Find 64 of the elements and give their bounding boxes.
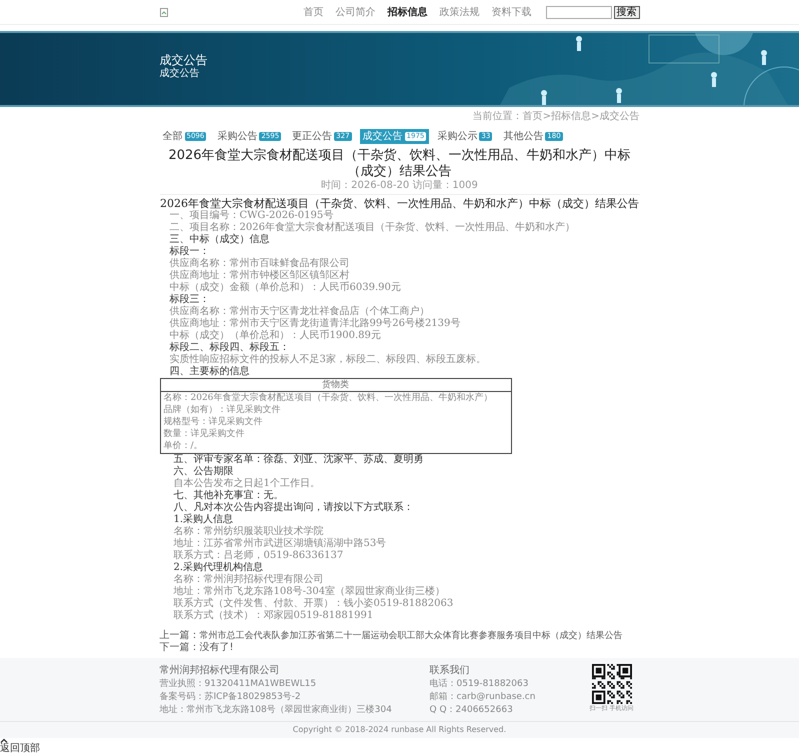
footer-text: 地址：常州市飞龙东路108号（翠园世家商业街）三楼304 [160, 704, 393, 717]
section-heading: 2.采购代理机构信息 [174, 562, 264, 574]
body-text: 中标（成交）金额（单价总和）：人民币6039.90元 [170, 282, 402, 294]
body-text: 联系方式（技术）：邓家园0519-81881991 [174, 610, 374, 622]
body-text: 联系方式（文件发售、付款、开票）：钱小姿0519-81882063 [174, 598, 454, 610]
back-to-top-link[interactable]: 返回顶部 [0, 738, 40, 754]
table-cell-text: 名称：2026年食堂大宗食材配送项目（干杂货、饮料、一次性用品、牛奶和水产） [162, 392, 492, 404]
contact-heading: 联系我们 [430, 664, 470, 678]
footer-text: Q Q：2406652663 [430, 704, 514, 717]
qr-code-icon [592, 664, 632, 704]
broken-image-icon [160, 8, 168, 16]
nav-link[interactable]: 政策法规 [440, 5, 480, 19]
next-text: 没有了! [200, 642, 234, 654]
body-text: 中标（成交）（单价总和）：人民币1900.89元 [170, 330, 382, 342]
table-cell-text: 数量：详见采购文件 [162, 428, 244, 440]
section-heading: 七、其他补充事宜：无。 [174, 490, 284, 502]
search-button[interactable]: 搜索 [614, 6, 640, 18]
section-heading: 五、评审专家名单：徐磊、刘亚、沈家平、苏成、夏明勇 [174, 454, 424, 466]
table-cell-text: 规格型号：详见采购文件 [162, 416, 262, 428]
body-text: 联系方式：吕老师，0519-86336137 [174, 550, 344, 562]
table-header: 货物类 [160, 379, 510, 392]
body-text: 地址：常州市飞龙东路108号-304室（翠园世家商业街三楼） [174, 586, 446, 598]
body-text: 名称：常州纺织服装职业技术学院 [174, 526, 324, 538]
page-title: 2026年食堂大宗食材配送项目（干杂货、饮料、一次性用品、牛奶和水产）中标（成交）结果公告 [167, 148, 632, 180]
copyright: Copyright © 2018-2024 runbase All Rights Reserved. [292, 725, 506, 734]
section-heading: 标段三： [170, 294, 210, 306]
breadcrumb: 当前位置：首页>招标信息>成交公告 [472, 111, 640, 122]
company-name: 常州润邦招标代理有限公司 [160, 664, 280, 678]
nav-link[interactable]: 资料下载 [492, 5, 532, 19]
body-text: 供应商名称：常州市百味鲜食品有限公司 [170, 258, 350, 270]
body-text: 实质性响应招标文件的投标人不足3家，标段二、标段四、标段五废标。 [170, 354, 487, 366]
section-heading: 四、主要标的信息 [170, 366, 250, 378]
table-cell-text: 品牌（如有）：详见采购文件 [162, 404, 280, 416]
table-cell-text: 单价：/。 [162, 440, 203, 452]
pager-label: 下一篇： [160, 642, 200, 654]
body-text: 供应商地址：常州市钟楼区邹区镇邹区村 [170, 270, 350, 282]
section-heading: 三、中标（成交）信息 [170, 234, 270, 246]
footer-text: 营业执照：91320411MA1WBEWL15 [160, 678, 318, 691]
pager-label: 上一篇： [160, 630, 200, 642]
body-text: 一、项目编号：CWG-2026-0195号 [170, 210, 334, 222]
section-heading: 八、凡对本次公告内容提出询问，请按以下方式联系： [174, 502, 414, 514]
body-text: 自本公告发布之日起1个工作日。 [174, 478, 321, 490]
footer-text: 电话：0519-81882063 [430, 678, 530, 691]
body-text: 供应商地址：常州市天宁区青龙街道青洋北路99号26号楼2139号 [170, 318, 462, 330]
section-heading: 1.采购人信息 [174, 514, 234, 526]
post-meta: 时间：2026-08-20 访问量：1009 [321, 180, 478, 191]
nav-link[interactable]: 招标信息 [388, 5, 428, 19]
body-text: 二、项目名称：2026年食堂大宗食材配送项目（干杂货、饮料、一次性用品、牛奶和水产） [170, 222, 576, 234]
previous-link[interactable]: 常州市总工会代表队参加江苏省第二十一届运动会职工部大众体育比赛参赛服务项目中标（成交）结果公告 [200, 630, 622, 642]
section-heading: 六、公告期限 [174, 466, 234, 478]
section-heading: 标段二、标段四、标段五： [170, 342, 290, 354]
footer-text: 邮箱：carb@runbase.cn [430, 691, 536, 704]
article-heading: 2026年食堂大宗食材配送项目（干杂货、饮料、一次性用品、牛奶和水产）中标（成交）结果公告 [160, 197, 640, 210]
section-heading: 标段一： [170, 246, 210, 258]
banner-title: 成交公告 [160, 53, 208, 67]
banner-subtitle: 成交公告 [160, 68, 200, 80]
body-text: 名称：常州润邦招标代理有限公司 [174, 574, 324, 586]
nav-link[interactable]: 首页 [304, 5, 324, 19]
footer-text: 备案号码：苏ICP备18029853号-2 [160, 691, 302, 704]
search-field[interactable] [546, 6, 612, 18]
body-text: 地址：江苏省常州市武进区湖塘镇滆湖中路53号 [174, 538, 388, 550]
caret-icon [0, 738, 8, 743]
body-text: 供应商名称：常州市天宁区青龙壮祥食品店（个体工商户） [170, 306, 430, 318]
nav-link[interactable]: 公司简介 [336, 5, 376, 19]
